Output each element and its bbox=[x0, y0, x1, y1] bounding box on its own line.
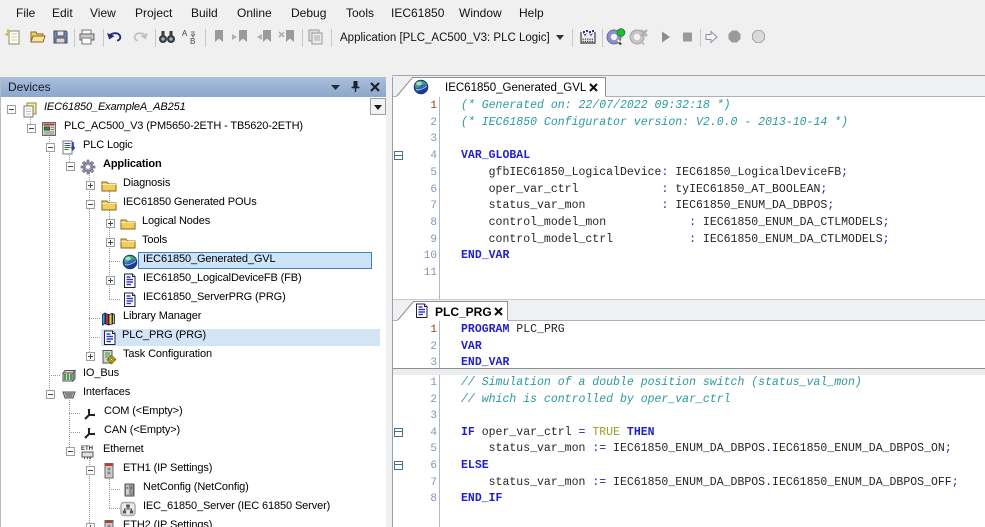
svg-text:B: B bbox=[190, 37, 195, 46]
svg-text:A: A bbox=[182, 29, 188, 38]
svg-text:ETH: ETH bbox=[81, 446, 93, 452]
